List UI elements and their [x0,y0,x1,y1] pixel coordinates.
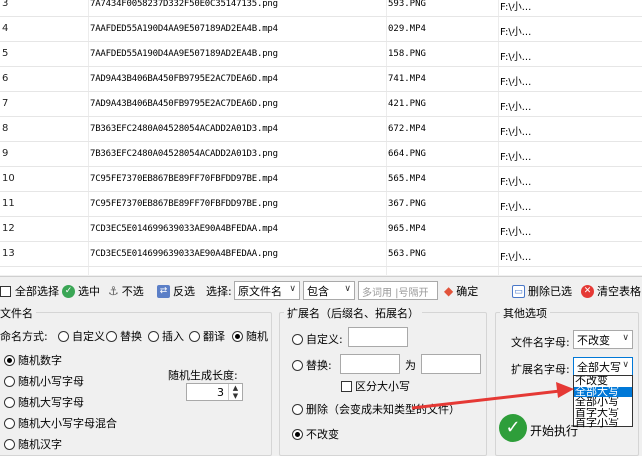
annotation-arrow [411,382,574,410]
arrow-shaft [411,389,561,410]
app-window: 3 7A7434F0058237D332F50E0C35147135.png 593… [0,0,642,456]
arrow-head [556,382,574,398]
